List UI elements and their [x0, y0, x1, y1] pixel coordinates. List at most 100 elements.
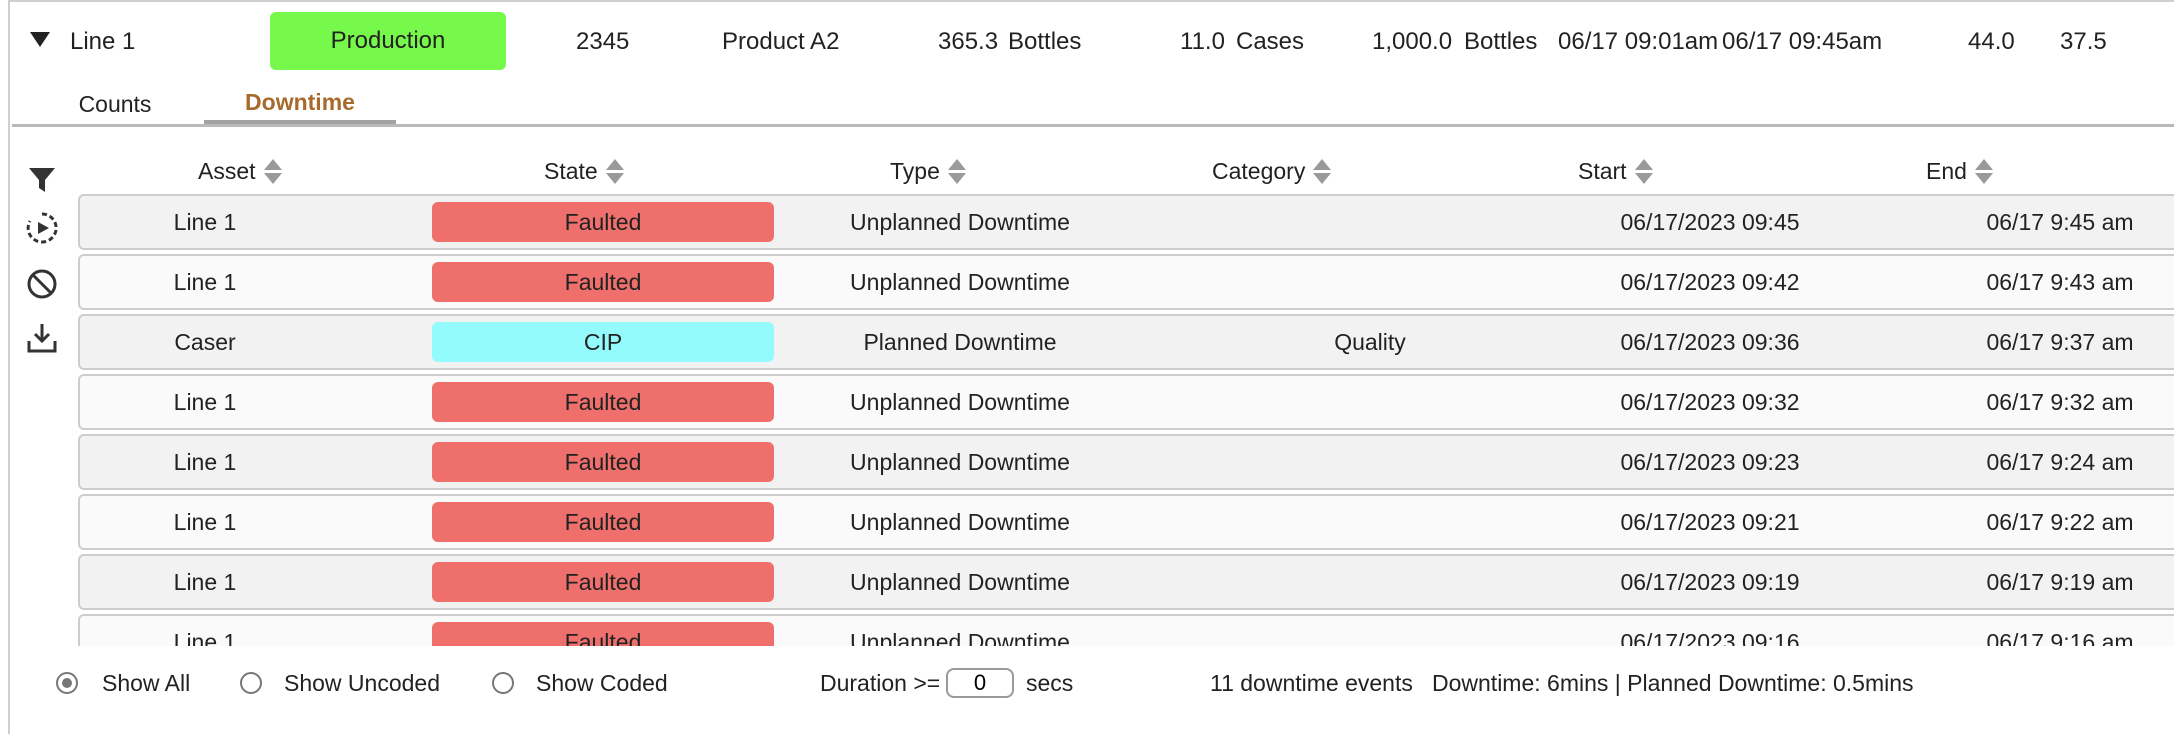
- cell-asset: Line 1: [173, 508, 237, 535]
- cell-start: 06/17/2023 09:45: [1620, 208, 1800, 235]
- line-summary-row[interactable]: Line 1 Production 2345 Product A2 365.3 …: [0, 0, 2174, 84]
- cancel-icon[interactable]: [22, 264, 62, 304]
- radio-show-coded[interactable]: [492, 672, 514, 694]
- table-row[interactable]: Caser CIP Planned Downtime Quality 06/17…: [78, 314, 2174, 370]
- cell-type: Unplanned Downtime: [850, 508, 1070, 535]
- cell-start: 06/17/2023 09:16: [1620, 628, 1800, 647]
- cell-start: 06/17/2023 09:42: [1620, 268, 1800, 295]
- replay-icon[interactable]: [22, 208, 62, 248]
- cell-asset: Line 1: [173, 628, 237, 647]
- table-row[interactable]: Line 1 Faulted Unplanned Downtime 06/17/…: [78, 554, 2174, 610]
- summary-metric-2: 37.5: [2060, 28, 2107, 55]
- summary-start-time: 06/17 09:01am: [1558, 28, 1719, 55]
- summary-state-badge: Production: [270, 12, 506, 70]
- cell-type: Unplanned Downtime: [850, 208, 1070, 235]
- duration-label: Duration >=: [820, 670, 941, 696]
- summary-target-unit: Bottles: [1464, 28, 1538, 55]
- cell-start: 06/17/2023 09:19: [1620, 568, 1800, 595]
- table-header: Asset State Type Category Start End: [0, 150, 2174, 194]
- sort-icon[interactable]: [263, 159, 282, 184]
- column-header-type[interactable]: Type: [890, 158, 966, 185]
- cell-start: 06/17/2023 09:36: [1620, 328, 1800, 355]
- column-header-label: Start: [1578, 158, 1627, 184]
- column-header-label: End: [1926, 158, 1967, 184]
- tab-bar: Counts Downtime: [0, 84, 2174, 126]
- cell-end: 06/17 9:22 am: [1986, 508, 2134, 535]
- cell-state-badge[interactable]: Faulted: [432, 502, 774, 542]
- cell-type: Unplanned Downtime: [850, 388, 1070, 415]
- summary-metric-1: 44.0: [1968, 28, 2015, 55]
- cell-state-badge[interactable]: Faulted: [432, 262, 774, 302]
- sort-icon[interactable]: [1313, 159, 1332, 184]
- sort-icon[interactable]: [1634, 159, 1653, 184]
- column-header-label: Type: [890, 158, 940, 184]
- column-header-category[interactable]: Category: [1212, 158, 1332, 185]
- cell-state-badge[interactable]: Faulted: [432, 202, 774, 242]
- sort-icon[interactable]: [1974, 159, 1993, 184]
- cell-end: 06/17 9:32 am: [1986, 388, 2134, 415]
- cell-asset: Line 1: [173, 448, 237, 475]
- cell-end: 06/17 9:19 am: [1986, 568, 2134, 595]
- cell-asset: Line 1: [173, 268, 237, 295]
- cell-state-badge[interactable]: Faulted: [432, 622, 774, 646]
- cell-category: [1200, 496, 1540, 548]
- cell-type: Unplanned Downtime: [850, 628, 1070, 647]
- cell-type: Unplanned Downtime: [850, 568, 1070, 595]
- cell-asset: Line 1: [173, 388, 237, 415]
- cell-category: [1200, 556, 1540, 608]
- summary-count-value: 365.3: [938, 28, 999, 55]
- radio-label-show-uncoded[interactable]: Show Uncoded: [284, 670, 440, 697]
- column-header-start[interactable]: Start: [1578, 158, 1653, 185]
- table-row[interactable]: Line 1 Faulted Unplanned Downtime 06/17/…: [78, 254, 2174, 310]
- download-icon[interactable]: [22, 318, 62, 358]
- cell-start: 06/17/2023 09:23: [1620, 448, 1800, 475]
- summary-order: 2345: [576, 28, 630, 55]
- cell-category: [1200, 376, 1540, 428]
- downtime-table-body[interactable]: Line 1 Faulted Unplanned Downtime 06/17/…: [78, 194, 2174, 646]
- tab-divider: [12, 124, 2174, 127]
- column-header-label: State: [544, 158, 598, 184]
- duration-input[interactable]: [946, 668, 1014, 698]
- cell-category: Quality: [1334, 328, 1406, 355]
- sort-icon[interactable]: [947, 159, 966, 184]
- table-row[interactable]: Line 1 Faulted Unplanned Downtime 06/17/…: [78, 614, 2174, 646]
- cell-type: Planned Downtime: [863, 328, 1057, 355]
- radio-label-show-coded[interactable]: Show Coded: [536, 670, 668, 697]
- cell-start: 06/17/2023 09:21: [1620, 508, 1800, 535]
- cell-end: 06/17 9:37 am: [1986, 328, 2134, 355]
- tab-counts[interactable]: Counts: [50, 84, 180, 124]
- cell-category: [1200, 196, 1540, 248]
- table-row[interactable]: Line 1 Faulted Unplanned Downtime 06/17/…: [78, 374, 2174, 430]
- column-header-asset[interactable]: Asset: [198, 158, 282, 185]
- summary-cases-unit: Cases: [1236, 28, 1305, 55]
- tab-downtime[interactable]: Downtime: [204, 84, 396, 126]
- summary-end-time: 06/17 09:45am: [1722, 28, 1883, 55]
- cell-asset: Line 1: [173, 568, 237, 595]
- cell-category: [1200, 256, 1540, 308]
- cell-type: Unplanned Downtime: [850, 448, 1070, 475]
- sort-icon[interactable]: [605, 159, 624, 184]
- table-row[interactable]: Line 1 Faulted Unplanned Downtime 06/17/…: [78, 194, 2174, 250]
- radio-label-show-all[interactable]: Show All: [102, 670, 190, 697]
- column-header-label: Category: [1212, 158, 1306, 184]
- cell-asset: Line 1: [173, 208, 237, 235]
- duration-unit: secs: [1026, 670, 1074, 696]
- table-row[interactable]: Line 1 Faulted Unplanned Downtime 06/17/…: [78, 434, 2174, 490]
- cell-start: 06/17/2023 09:32: [1620, 388, 1800, 415]
- summary-asset: Line 1: [70, 28, 136, 55]
- summary-cases-value: 11.0: [1180, 28, 1225, 55]
- cell-end: 06/17 9:45 am: [1986, 208, 2134, 235]
- cell-state-badge[interactable]: Faulted: [432, 562, 774, 602]
- summary-count-unit: Bottles: [1008, 28, 1082, 55]
- column-header-state[interactable]: State: [544, 158, 624, 185]
- column-header-end[interactable]: End: [1926, 158, 1993, 185]
- collapse-caret-icon[interactable]: [30, 32, 50, 47]
- cell-state-badge[interactable]: Faulted: [432, 382, 774, 422]
- table-row[interactable]: Line 1 Faulted Unplanned Downtime 06/17/…: [78, 494, 2174, 550]
- cell-end: 06/17 9:24 am: [1986, 448, 2134, 475]
- cell-asset: Caser: [174, 328, 236, 355]
- cell-state-badge[interactable]: Faulted: [432, 442, 774, 482]
- radio-show-uncoded[interactable]: [240, 672, 262, 694]
- radio-show-all[interactable]: [56, 672, 78, 694]
- cell-state-badge[interactable]: CIP: [432, 322, 774, 362]
